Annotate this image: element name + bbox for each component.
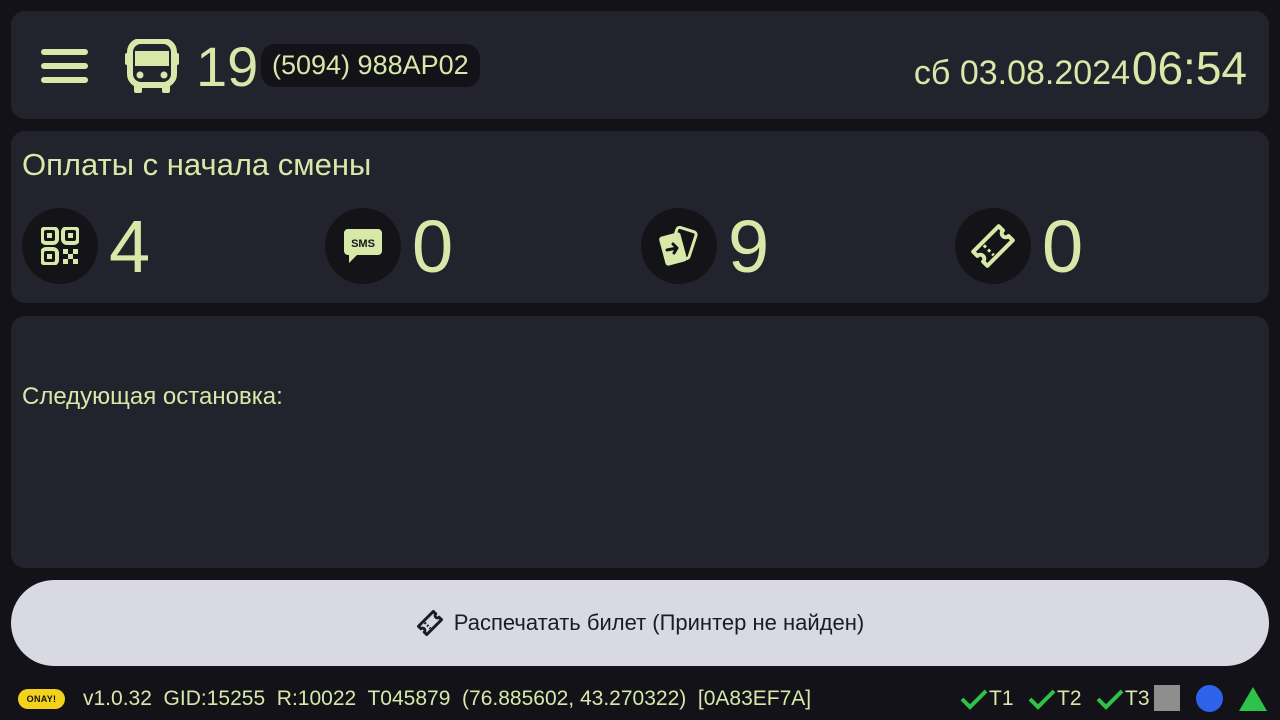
- print-ticket-label: Распечатать билет (Принтер не найден): [453, 610, 865, 635]
- card-payment-icon: [641, 208, 717, 284]
- terminal-status-t1: T1: [960, 686, 1014, 712]
- menu-line: [41, 49, 88, 55]
- clock-time: 06:54: [1131, 42, 1247, 94]
- next-stop-panel: Следующая остановка:: [11, 316, 1269, 568]
- header-panel: 19 (5094) 988AP02 сб 03.08.2024 06:54: [11, 11, 1269, 119]
- terminal-label: T1: [989, 687, 1014, 710]
- ticket-icon: [416, 609, 443, 637]
- ticket-payment-count: 0: [1042, 205, 1084, 288]
- vehicle-plate-badge: (5094) 988AP02: [261, 44, 480, 87]
- onay-logo: ONAY!: [18, 689, 65, 709]
- status-indicator-square: [1154, 685, 1180, 711]
- terminal-status-t2: T2: [1028, 686, 1082, 712]
- qr-code-icon: [22, 208, 98, 284]
- status-bar: ONAY! v1.0.32 GID:15255 R:10022 T045879 …: [0, 680, 1280, 720]
- svg-text:SMS: SMS: [351, 238, 375, 250]
- check-icon: [1096, 689, 1124, 710]
- next-stop-label: Следующая остановка:: [22, 383, 283, 410]
- card-payment-count: 9: [728, 205, 770, 288]
- menu-line: [41, 77, 88, 83]
- date-text: сб 03.08.2024: [913, 54, 1130, 92]
- payments-panel: Оплаты с начала смены 4 SMS 0 9 0: [11, 131, 1269, 303]
- route-number: 19: [196, 35, 259, 98]
- signal-triangle-icon: [1239, 687, 1267, 711]
- check-icon: [960, 689, 988, 710]
- menu-line: [41, 63, 88, 69]
- ticket-icon: [955, 208, 1031, 284]
- print-ticket-button[interactable]: Распечатать билет (Принтер не найден): [11, 580, 1269, 666]
- device-status-info: v1.0.32 GID:15255 R:10022 T045879 (76.88…: [83, 687, 812, 710]
- qr-payment-count: 4: [109, 205, 151, 288]
- terminal-status-t3: T3: [1096, 686, 1150, 712]
- terminal-label: T3: [1125, 687, 1150, 710]
- sms-payment-count: 0: [412, 205, 454, 288]
- sms-icon: SMS: [325, 208, 401, 284]
- menu-button[interactable]: [41, 49, 89, 83]
- terminal-label: T2: [1057, 687, 1082, 710]
- status-indicator-circle: [1196, 685, 1223, 712]
- check-icon: [1028, 689, 1056, 710]
- payments-title: Оплаты с начала смены: [22, 147, 372, 182]
- bus-icon: [125, 39, 179, 93]
